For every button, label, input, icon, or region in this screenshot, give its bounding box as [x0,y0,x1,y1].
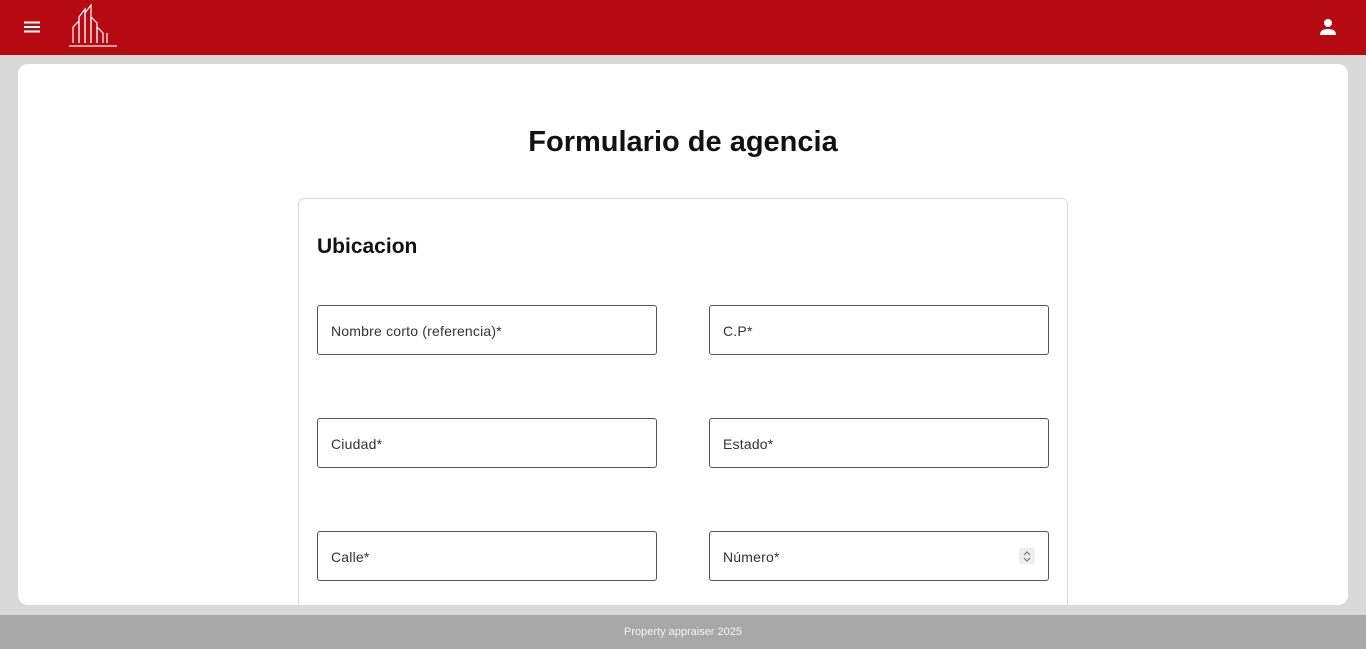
location-section: Ubicacion Nombre corto (referencia)* C.P… [298,198,1068,605]
menu-button[interactable] [20,15,44,39]
main-content-card: Formulario de agencia Ubicacion Nombre c… [18,64,1348,605]
state-input[interactable] [710,419,1048,467]
street-field[interactable]: Calle* [317,531,657,581]
zip-code-input[interactable] [710,306,1048,354]
number-input[interactable] [710,532,1048,580]
short-name-input[interactable] [318,306,656,354]
number-stepper[interactable] [1019,548,1035,564]
brand-logo[interactable] [67,3,119,49]
user-account-button[interactable] [1316,15,1340,39]
person-icon [1320,19,1336,35]
city-field[interactable]: Ciudad* [317,418,657,468]
short-name-field[interactable]: Nombre corto (referencia)* [317,305,657,355]
top-app-bar [0,0,1366,55]
menu-icon [24,21,40,33]
number-field[interactable]: Número* [709,531,1049,581]
city-input[interactable] [318,419,656,467]
zip-code-field[interactable]: C.P* [709,305,1049,355]
page-title: Formulario de agencia [528,126,838,158]
section-title: Ubicacion [317,235,418,258]
footer: Property appraiser 2025 [0,615,1366,649]
stepper-arrows-icon [1023,551,1031,562]
state-field[interactable]: Estado* [709,418,1049,468]
building-logo-icon [69,3,117,47]
footer-text: Property appraiser 2025 [623,626,742,638]
street-input[interactable] [318,532,656,580]
